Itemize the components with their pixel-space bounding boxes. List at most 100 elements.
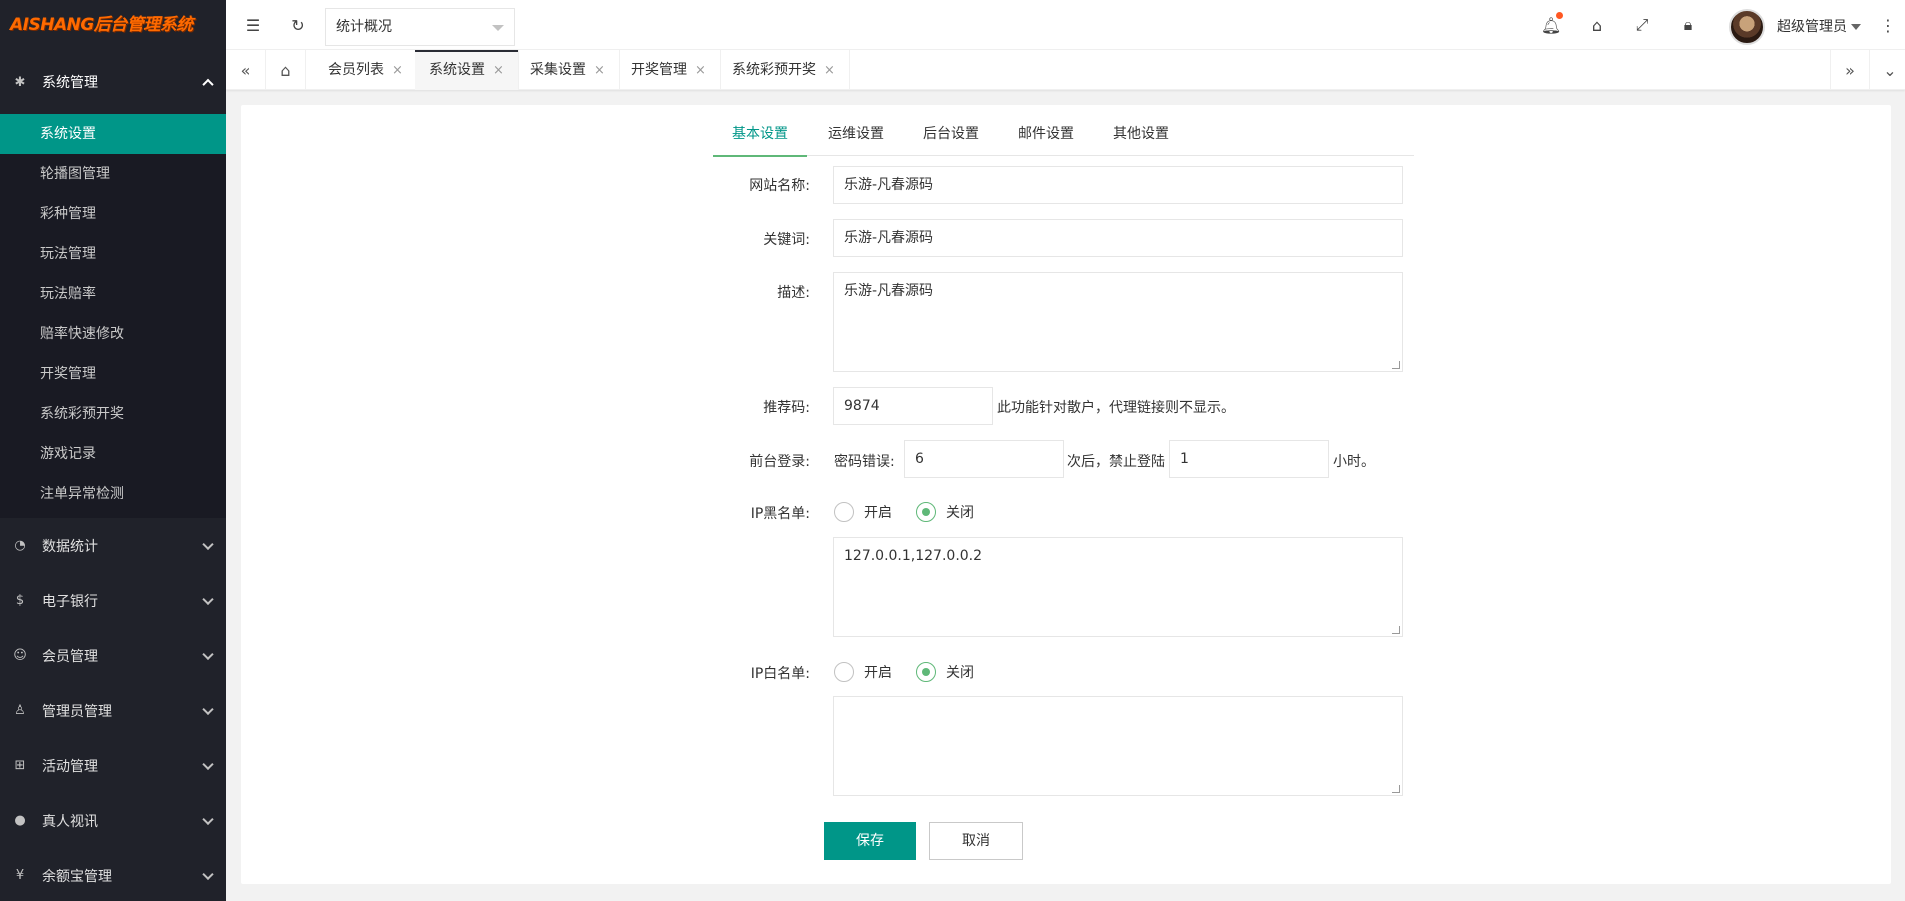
users-icon: ☺ — [13, 648, 27, 663]
tab-collection-settings[interactable]: 采集设置 × — [516, 50, 620, 90]
ip-blacklist-label: IP黑名单: — [750, 506, 810, 522]
nav-group-balance-treasure: ¥ 余额宝管理 — [0, 848, 226, 901]
nav-group-activities-header[interactable]: ⊞ 活动管理 — [0, 738, 226, 793]
nav-group-label: 系统管理 — [42, 75, 98, 91]
nav-group-label: 电子银行 — [42, 593, 98, 610]
caret-down-icon — [1851, 24, 1861, 30]
sidebar-item-game-records[interactable]: 游戏记录 — [0, 434, 226, 474]
site-name-input[interactable]: 乐游-凡春源码 — [833, 166, 1403, 204]
sidebar-item-carousel[interactable]: 轮播图管理 — [0, 154, 226, 194]
nav-group-statistics: ◔ 数据统计 — [0, 518, 226, 573]
ip-whitelist-on-radio[interactable]: 开启 — [834, 662, 892, 682]
sidebar-item-odds-quick-edit[interactable]: 赔率快速修改 — [0, 314, 226, 354]
group-icon: ● — [14, 813, 26, 828]
sidebar-item-system-settings[interactable]: 系统设置 — [0, 114, 226, 154]
tab-mail-settings[interactable]: 邮件设置 — [1018, 118, 1074, 156]
nav-group-balance-treasure-header[interactable]: ¥ 余额宝管理 — [0, 848, 226, 901]
chevron-down-icon — [202, 758, 214, 770]
more-icon[interactable]: ⋮ — [1878, 15, 1898, 35]
save-button[interactable]: 保存 — [824, 822, 916, 860]
app-logo: AISHANG后台管理系统 — [0, 0, 226, 50]
ip-whitelist-off-radio[interactable]: 关闭 — [916, 662, 974, 682]
resize-handle-icon[interactable] — [1392, 785, 1400, 793]
tab-ops-settings[interactable]: 运维设置 — [828, 118, 884, 156]
nav-group-live-video-header[interactable]: ● 真人视讯 — [0, 793, 226, 848]
radio-checked-icon — [916, 662, 936, 682]
radio-label: 关闭 — [946, 665, 974, 681]
resize-handle-icon[interactable] — [1392, 361, 1400, 369]
nav-group-system-header[interactable]: ✱ 系统管理 — [0, 50, 226, 114]
nav-group-statistics-header[interactable]: ◔ 数据统计 — [0, 518, 226, 573]
menu-fold-icon[interactable]: ☰ — [243, 15, 263, 35]
refresh-icon[interactable]: ↻ — [288, 15, 308, 35]
nav-group-label: 活动管理 — [42, 758, 98, 775]
pwd-error-count-input[interactable]: 6 — [904, 440, 1064, 478]
referral-input[interactable]: 9874 — [833, 387, 993, 425]
quick-nav-select[interactable]: 统计概况 — [325, 8, 515, 46]
user-icon: ♙ — [14, 703, 26, 718]
close-icon[interactable]: × — [392, 63, 403, 78]
sidebar-item-pre-draw[interactable]: 系统彩预开奖 — [0, 394, 226, 434]
times-after-text: 次后，禁止登陆 — [1067, 454, 1165, 470]
tab-label: 采集设置 — [530, 62, 586, 78]
nav-group-label: 真人视讯 — [42, 813, 98, 830]
caret-down-icon — [492, 25, 504, 31]
tabs-dropdown-icon[interactable]: ⌄ — [1870, 50, 1905, 90]
nav-group-admins: ♙ 管理员管理 — [0, 683, 226, 738]
tab-pre-draw[interactable]: 系统彩预开奖 × — [718, 50, 850, 90]
tab-basic-settings[interactable]: 基本设置 — [713, 118, 807, 157]
gift-icon: ⊞ — [14, 758, 26, 773]
tag-icon[interactable]: ⌂ — [1587, 15, 1607, 35]
user-name: 超级管理员 — [1777, 19, 1847, 35]
description-textarea[interactable]: 乐游-凡春源码 — [833, 272, 1403, 372]
resize-handle-icon[interactable] — [1392, 626, 1400, 634]
close-icon[interactable]: × — [594, 63, 605, 78]
lock-icon[interactable]: 🔒︎ — [1678, 15, 1698, 35]
sidebar-item-draw-management[interactable]: 开奖管理 — [0, 354, 226, 394]
cancel-button[interactable]: 取消 — [929, 822, 1023, 860]
chevron-down-icon — [202, 538, 214, 550]
tab-member-list[interactable]: 会员列表 × — [314, 50, 418, 90]
close-icon[interactable]: × — [493, 63, 504, 78]
ip-whitelist-textarea[interactable] — [833, 696, 1403, 796]
user-menu[interactable]: 超级管理员 — [1777, 16, 1861, 36]
ip-blacklist-text: 127.0.0.1,127.0.0.2 — [844, 548, 983, 564]
home-icon[interactable]: ⌂ — [266, 50, 306, 90]
referral-label: 推荐码: — [763, 400, 810, 416]
sidebar-item-play-odds[interactable]: 玩法赔率 — [0, 274, 226, 314]
tab-system-settings[interactable]: 系统设置 × — [415, 50, 519, 90]
tab-label: 会员列表 — [328, 62, 384, 78]
sidebar-item-lottery-types[interactable]: 彩种管理 — [0, 194, 226, 234]
ip-blacklist-on-radio[interactable]: 开启 — [834, 502, 892, 522]
nav-group-members-header[interactable]: ☺ 会员管理 — [0, 628, 226, 683]
close-icon[interactable]: × — [824, 63, 835, 78]
chevron-down-icon — [202, 593, 214, 605]
tabs-scroll-left-icon[interactable]: « — [226, 50, 266, 90]
bell-icon[interactable]: 🔔︎ — [1541, 12, 1563, 35]
tabs-scroll-right-icon[interactable]: » — [1830, 50, 1870, 90]
dollar-icon: $ — [15, 593, 25, 608]
avatar[interactable] — [1729, 9, 1765, 45]
tab-other-settings[interactable]: 其他设置 — [1113, 118, 1169, 156]
fullscreen-icon[interactable]: ⤢ — [1632, 15, 1652, 35]
nav-group-ebank-header[interactable]: $ 电子银行 — [0, 573, 226, 628]
tab-backend-settings[interactable]: 后台设置 — [923, 118, 979, 156]
sidebar-item-play-methods[interactable]: 玩法管理 — [0, 234, 226, 274]
description-label: 描述: — [777, 285, 810, 301]
hours-text: 小时。 — [1333, 454, 1375, 470]
ip-whitelist-label: IP白名单: — [750, 666, 810, 682]
close-icon[interactable]: × — [695, 63, 706, 78]
ban-hours-input[interactable]: 1 — [1169, 440, 1329, 478]
keywords-label: 关键词: — [763, 232, 810, 248]
chevron-down-icon — [202, 648, 214, 660]
ip-blacklist-off-radio[interactable]: 关闭 — [916, 502, 974, 522]
sidebar-item-bet-anomaly[interactable]: 注单异常检测 — [0, 474, 226, 514]
nav-group-admins-header[interactable]: ♙ 管理员管理 — [0, 683, 226, 738]
radio-checked-icon — [916, 502, 936, 522]
ip-blacklist-textarea[interactable]: 127.0.0.1,127.0.0.2 — [833, 537, 1403, 637]
keywords-input[interactable]: 乐游-凡春源码 — [833, 219, 1403, 257]
tab-draw-management[interactable]: 开奖管理 × — [617, 50, 721, 90]
radio-label: 开启 — [864, 505, 892, 521]
radio-label: 开启 — [864, 665, 892, 681]
nav-group-label: 数据统计 — [42, 538, 98, 555]
